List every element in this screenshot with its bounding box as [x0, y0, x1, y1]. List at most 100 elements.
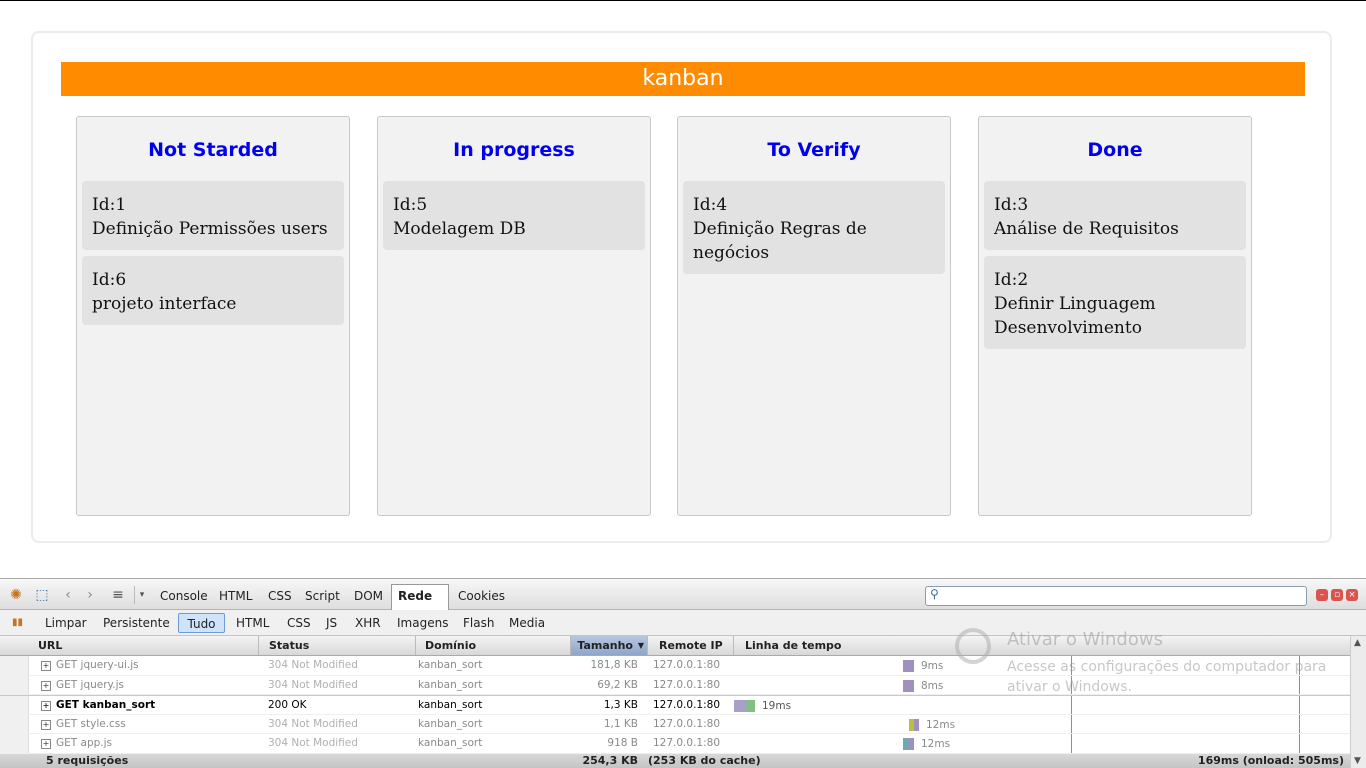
header-status[interactable]: Status	[263, 636, 416, 655]
filter-images[interactable]: Imagens	[391, 613, 454, 633]
request-count: 5 requisições	[46, 754, 129, 767]
tab-console[interactable]: Console	[154, 585, 214, 607]
header-domain[interactable]: Domínio	[419, 636, 571, 655]
firebug-icon[interactable]: ✺	[6, 586, 26, 604]
task-card[interactable]: Id:1 Definição Permissões users	[82, 181, 344, 250]
request-status: 304 Not Modified	[268, 659, 358, 671]
request-status: 304 Not Modified	[268, 717, 358, 730]
request-url: GET jquery-ui.js	[56, 659, 139, 671]
header-url[interactable]: URL	[32, 636, 259, 655]
column-title: In progress	[453, 139, 575, 161]
search-icon: ⚲	[930, 587, 939, 601]
request-status: 200 OK	[268, 699, 307, 711]
firebug-toolbar: ✺ ⬚ ‹ › ≡ ▾ Console HTML CSS Script DOM …	[0, 578, 1366, 625]
tab-css[interactable]: CSS	[262, 585, 298, 607]
column-title: To Verify	[767, 139, 861, 161]
request-domain: kanban_sort	[418, 659, 483, 671]
request-ip: 127.0.0.1:80	[653, 678, 720, 691]
tab-rede[interactable]: Rede ▼	[391, 584, 449, 625]
task-card[interactable]: Id:2 Definir Linguagem Desenvolvimento	[984, 256, 1246, 349]
expand-icon[interactable]: +	[41, 739, 51, 749]
request-time: 9ms	[921, 660, 944, 672]
watermark-text: Acesse as configurações do computador pa…	[1007, 659, 1327, 695]
timeline-bar	[903, 660, 914, 672]
tab-script[interactable]: Script	[299, 585, 346, 607]
request-status: 304 Not Modified	[268, 737, 358, 749]
back-icon[interactable]: ‹	[58, 586, 78, 604]
timeline-bar	[909, 718, 919, 731]
cache-size: (253 KB do cache)	[648, 754, 761, 767]
task-card[interactable]: Id:5 Modelagem DB	[383, 181, 645, 250]
chevron-down-icon[interactable]: ▾	[134, 586, 149, 604]
request-domain: kanban_sort	[418, 737, 483, 749]
expand-icon[interactable]: +	[41, 680, 51, 691]
request-ip: 127.0.0.1:80	[653, 659, 720, 671]
filter-flash[interactable]: Flash	[457, 613, 500, 633]
expand-icon[interactable]: +	[41, 701, 51, 711]
tab-label: Rede	[398, 589, 433, 603]
request-size: 1,1 KB	[603, 717, 638, 730]
window-top-border	[0, 0, 1366, 1]
tab-dom[interactable]: DOM	[348, 585, 389, 607]
request-size: 181,8 KB	[590, 659, 639, 671]
persist-button[interactable]: Persistente	[97, 613, 176, 633]
restore-icon[interactable]: ▫	[1331, 589, 1343, 601]
timeline-bar	[903, 738, 914, 750]
column-not-started[interactable]: Not Starded Id:1 Definição Permissões us…	[76, 116, 350, 516]
sort-desc-icon: ▼	[637, 641, 644, 650]
task-text: Definição Regras de negócios	[693, 219, 867, 263]
request-domain: kanban_sort	[418, 717, 483, 730]
filter-all[interactable]: Tudo	[178, 613, 225, 633]
column-title: Not Starded	[148, 139, 278, 161]
menu-icon[interactable]: ≡	[108, 586, 128, 604]
header-remote-ip[interactable]: Remote IP	[653, 636, 734, 655]
request-time: 8ms	[921, 679, 944, 692]
task-card[interactable]: Id:4 Definição Regras de negócios	[683, 181, 945, 274]
request-time: 12ms	[926, 718, 956, 731]
task-text: Modelagem DB	[393, 219, 526, 239]
task-id: Id:3	[994, 195, 1029, 215]
inspect-icon[interactable]: ⬚	[32, 586, 52, 604]
request-domain: kanban_sort	[418, 699, 483, 711]
xhr-icon[interactable]: ▮▮	[6, 613, 29, 633]
request-time: 19ms	[762, 700, 792, 712]
column-to-verify[interactable]: To Verify Id:4 Definição Regras de negóc…	[677, 116, 951, 516]
column-done[interactable]: Done Id:3 Análise de Requisitos Id:2 Def…	[978, 116, 1252, 516]
task-card[interactable]: Id:6 projeto interface	[82, 256, 344, 325]
total-time: 169ms (onload: 505ms)	[1197, 754, 1344, 767]
header-size[interactable]: Tamanho ▼	[571, 636, 648, 655]
scroll-down-icon[interactable]: ▼	[1354, 756, 1361, 766]
request-row[interactable]: + GET kanban_sort 200 OK kanban_sort 1,3…	[0, 695, 1350, 715]
filter-media[interactable]: Media	[503, 613, 551, 633]
task-id: Id:5	[393, 195, 428, 215]
task-card[interactable]: Id:3 Análise de Requisitos	[984, 181, 1246, 250]
forward-icon[interactable]: ›	[80, 586, 100, 604]
scroll-up-icon[interactable]: ▲	[1354, 638, 1361, 648]
key-icon	[955, 628, 991, 664]
filter-html[interactable]: HTML	[230, 613, 275, 633]
request-url: GET style.css	[56, 717, 126, 730]
filter-js[interactable]: JS	[320, 613, 343, 633]
request-url: GET app.js	[56, 737, 113, 749]
request-row[interactable]: + GET style.css 304 Not Modified kanban_…	[0, 715, 1350, 734]
request-size: 69,2 KB	[597, 678, 638, 691]
scrollbar[interactable]: ▲ ▼	[1350, 636, 1366, 768]
close-icon[interactable]: ×	[1346, 589, 1358, 601]
tab-html[interactable]: HTML	[213, 585, 258, 607]
request-ip: 127.0.0.1:80	[653, 717, 720, 730]
kanban-header: kanban	[61, 62, 1305, 96]
clear-button[interactable]: Limpar	[39, 613, 93, 633]
search-input[interactable]: ⚲	[925, 586, 1307, 606]
filter-css[interactable]: CSS	[281, 613, 317, 633]
timeline-bar	[903, 679, 914, 692]
expand-icon[interactable]: +	[41, 719, 51, 730]
filter-xhr[interactable]: XHR	[349, 613, 387, 633]
column-in-progress[interactable]: In progress Id:5 Modelagem DB	[377, 116, 651, 516]
total-size: 254,3 KB	[582, 754, 638, 767]
expand-icon[interactable]: +	[41, 661, 51, 671]
task-text: projeto interface	[92, 294, 237, 314]
tab-cookies[interactable]: Cookies	[452, 585, 511, 607]
request-row[interactable]: + GET app.js 304 Not Modified kanban_sor…	[0, 734, 1350, 754]
minimize-icon[interactable]: –	[1316, 589, 1328, 601]
request-size: 1,3 KB	[603, 699, 638, 711]
